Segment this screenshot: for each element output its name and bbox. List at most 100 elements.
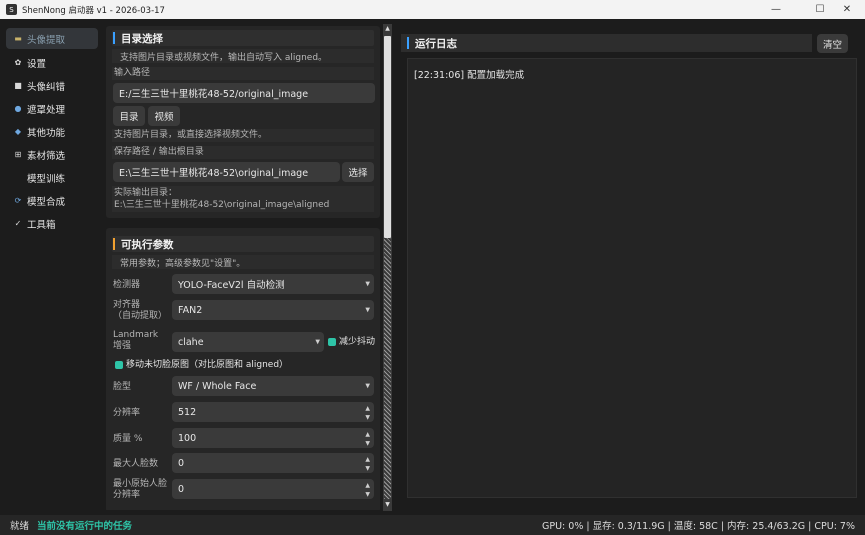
sidebar: ▬ 头像提取 ✿ 设置 ■ 头像纠错 ● 遮罩处理 ◆ 其他功能 ⊞ 素材筛选 …	[0, 22, 102, 514]
section-accent-bar	[113, 238, 115, 250]
support-hint: 支持图片目录，或直接选择视频文件。	[114, 130, 268, 140]
quality-value: 100	[178, 432, 197, 444]
resolution-spinbox[interactable]: 512 ▲ ▼	[172, 402, 374, 422]
spin-arrows-icon[interactable]: ▲ ▼	[365, 404, 370, 422]
log-header: 运行日志	[401, 34, 812, 52]
aligner-select[interactable]: FAN2 ▼	[172, 300, 374, 320]
system-metrics: GPU: 0% | 显存: 0.3/11.9G | 温度: 58C | 内存: …	[542, 521, 855, 532]
min-res-label: 最小原始人脸 分辨率	[113, 479, 168, 500]
sidebar-item-mask[interactable]: ● 遮罩处理	[6, 98, 98, 119]
input-path-label: 输入路径	[114, 68, 151, 78]
directory-section-title: 目录选择	[121, 32, 163, 45]
save-path-field[interactable]: E:\三生三世十里桃花48-52\original_image	[113, 162, 340, 182]
params-card: 可执行参数 常用参数；高级参数见"设置"。 检测器 YOLO-FaceV2l 自…	[106, 228, 380, 510]
scroll-down-icon[interactable]: ▼	[383, 501, 392, 508]
scrollbar-track[interactable]	[384, 238, 391, 499]
scroll-up-icon[interactable]: ▲	[383, 25, 392, 32]
reduce-jitter-checkbox[interactable]	[328, 338, 336, 346]
reduce-jitter-label: 减少抖动	[339, 337, 376, 347]
sidebar-item-material[interactable]: ⊞ 素材筛选	[6, 144, 98, 165]
resolution-value: 512	[178, 406, 197, 418]
settings-panel: 目录选择 支持图片目录或视频文件，输出自动写入 aligned。 输入路径 E:…	[104, 22, 380, 510]
minimize-button[interactable]: —	[758, 0, 794, 19]
sidebar-item-label: 模型训练	[27, 173, 66, 185]
app-window: S ShenNong 启动器 v1 - 2026-03-17 — ☐ ✕ ▬ 头…	[0, 0, 865, 535]
folder-icon: ▬	[14, 34, 22, 43]
landmark-value: clahe	[178, 336, 204, 348]
aligner-value: FAN2	[178, 304, 203, 316]
actual-output-label: 实际输出目录：	[114, 188, 178, 198]
choose-video-button[interactable]: 视频	[148, 106, 180, 126]
sidebar-item-label: 头像纠错	[27, 81, 66, 93]
sidebar-item-other[interactable]: ◆ 其他功能	[6, 121, 98, 142]
face-type-label: 脸型	[113, 382, 132, 392]
log-panel: 运行日志 清空 [22:31:06] 配置加载完成	[401, 30, 857, 502]
input-path-field[interactable]: E:/三生三世十里桃花48-52/original_image	[113, 83, 375, 103]
face-type-select[interactable]: WF / Whole Face ▼	[172, 376, 374, 396]
sidebar-item-label: 其他功能	[27, 127, 66, 139]
status-message: 当前没有运行中的任务	[37, 521, 133, 532]
status-state: 就绪	[10, 521, 30, 532]
chevron-down-icon: ▼	[315, 338, 320, 346]
max-faces-spinbox[interactable]: 0 ▲ ▼	[172, 453, 374, 473]
close-button[interactable]: ✕	[829, 0, 865, 19]
resolution-label: 分辨率	[113, 408, 141, 418]
directory-hint: 支持图片目录或视频文件，输出自动写入 aligned。	[112, 49, 374, 63]
face-fix-icon: ■	[14, 81, 22, 90]
log-output[interactable]: [22:31:06] 配置加载完成	[407, 58, 857, 498]
sidebar-item-face-fix[interactable]: ■ 头像纠错	[6, 75, 98, 96]
sidebar-item-label: 头像提取	[27, 34, 66, 46]
params-section-header: 可执行参数	[112, 236, 374, 252]
sidebar-item-face-extract[interactable]: ▬ 头像提取	[6, 28, 98, 49]
landmark-label: Landmark 增强	[113, 330, 159, 351]
chevron-down-icon: ▼	[365, 306, 370, 314]
spin-arrows-icon[interactable]: ▲ ▼	[365, 481, 370, 499]
chevron-down-icon: ▼	[365, 280, 370, 288]
status-bar: 就绪 当前没有运行中的任务 GPU: 0% | 显存: 0.3/11.9G | …	[0, 515, 865, 535]
quality-spinbox[interactable]: 100 ▲ ▼	[172, 428, 374, 448]
detector-select[interactable]: YOLO-FaceV2l 自动检测 ▼	[172, 274, 374, 294]
spin-arrows-icon[interactable]: ▲ ▼	[365, 455, 370, 473]
choose-directory-button[interactable]: 目录	[113, 106, 145, 126]
detector-value: YOLO-FaceV2l 自动检测	[178, 280, 285, 291]
min-res-value: 0	[178, 483, 185, 495]
gear-icon: ✿	[14, 58, 22, 67]
move-uncut-label: 移动未切脸原图（对比原图和 aligned）	[126, 360, 289, 370]
landmark-select[interactable]: clahe ▼	[172, 332, 324, 352]
app-logo-icon: S	[6, 4, 17, 15]
spin-arrows-icon[interactable]: ▲ ▼	[365, 430, 370, 448]
mask-icon: ●	[14, 104, 22, 113]
sidebar-item-label: 工具箱	[27, 219, 56, 231]
sidebar-item-toolbox[interactable]: ✓ 工具箱	[6, 213, 98, 234]
sidebar-item-merge[interactable]: ⟳ 模型合成	[6, 190, 98, 211]
scrollbar-thumb[interactable]	[384, 36, 391, 238]
quality-label: 质量 %	[113, 434, 143, 444]
directory-card: 目录选择 支持图片目录或视频文件，输出自动写入 aligned。 输入路径 E:…	[106, 26, 380, 218]
move-uncut-checkbox[interactable]	[115, 361, 123, 369]
clear-log-button[interactable]: 清空	[817, 34, 848, 53]
settings-scrollbar[interactable]: ▲ ▼	[383, 24, 392, 511]
min-res-spinbox[interactable]: 0 ▲ ▼	[172, 479, 374, 499]
save-path-label: 保存路径 / 输出根目录	[114, 147, 204, 157]
title-bar: S ShenNong 启动器 v1 - 2026-03-17 — ☐ ✕	[0, 0, 865, 19]
sidebar-item-train[interactable]: 模型训练	[6, 167, 98, 188]
max-faces-label: 最大人脸数	[113, 459, 159, 469]
log-title: 运行日志	[415, 37, 457, 50]
log-line: [22:31:06] 配置加载完成	[414, 70, 525, 81]
check-icon: ✓	[14, 219, 22, 228]
grid-icon: ⊞	[14, 150, 22, 159]
actual-output-path: E:\三生三世十里桃花48-52\original_image\aligned	[114, 200, 330, 210]
sidebar-item-settings[interactable]: ✿ 设置	[6, 52, 98, 73]
aligner-label: 对齐器 （自动提取）	[113, 300, 168, 321]
max-faces-value: 0	[178, 457, 185, 469]
tools-icon: ◆	[14, 127, 22, 136]
directory-section-header: 目录选择	[112, 30, 374, 46]
detector-label: 检测器	[113, 280, 141, 290]
sidebar-item-label: 素材筛选	[27, 150, 66, 162]
face-type-value: WF / Whole Face	[178, 380, 257, 392]
params-hint: 常用参数；高级参数见"设置"。	[112, 255, 374, 269]
window-title: ShenNong 启动器 v1 - 2026-03-17	[22, 5, 165, 16]
sync-icon: ⟳	[14, 196, 22, 205]
choose-save-button[interactable]: 选择	[342, 162, 374, 182]
sidebar-item-label: 遮罩处理	[27, 104, 66, 116]
